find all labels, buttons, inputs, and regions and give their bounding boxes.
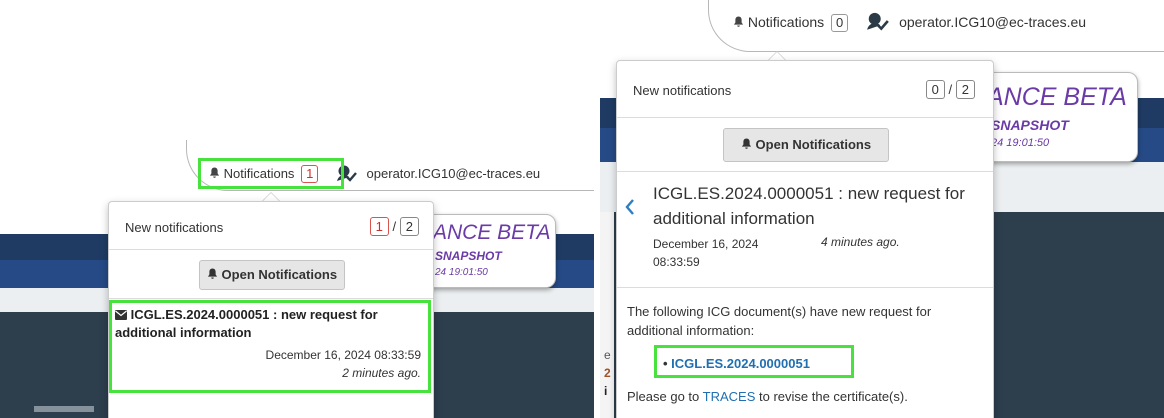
dropdown-caret bbox=[262, 192, 280, 201]
dropdown-caret bbox=[768, 51, 786, 60]
document-link-highlight bbox=[654, 345, 854, 378]
divider bbox=[109, 249, 433, 250]
environment-badge: ANCE BETA SNAPSHOT 24 19:01:50 bbox=[420, 214, 556, 288]
divider bbox=[109, 298, 433, 299]
detail-body-text: The following ICG document(s) have new r… bbox=[627, 304, 932, 338]
divider bbox=[617, 171, 993, 172]
notifications-count-badge: 0 bbox=[831, 14, 849, 32]
environment-subtitle: SNAPSHOT bbox=[991, 117, 1069, 133]
top-user-bar: Notifications 0 operator.ICG10@ec-traces… bbox=[708, 0, 1164, 52]
dropdown-header: New notifications bbox=[125, 220, 224, 235]
left-screenshot-panel: Notifications 1 operator.ICG10@ec-traces… bbox=[0, 140, 594, 418]
open-notifications-button[interactable]: Open Notifications bbox=[199, 260, 345, 290]
user-check-icon bbox=[867, 12, 889, 31]
right-screenshot-panel: e 2 i Notifications 0 operator.ICG10@ec-… bbox=[600, 0, 1164, 418]
user-email[interactable]: operator.ICG10@ec-traces.eu bbox=[367, 166, 541, 181]
notification-item-highlight bbox=[109, 300, 431, 393]
notification-counter: 1 / 2 bbox=[369, 217, 419, 236]
notifications-label: Notifications bbox=[747, 14, 825, 30]
open-notifications-button[interactable]: Open Notifications bbox=[723, 128, 889, 162]
divider bbox=[617, 117, 993, 118]
footer-suffix: to revise the certificate(s). bbox=[755, 389, 908, 404]
open-notifications-label: Open Notifications bbox=[755, 137, 872, 152]
notifications-highlight bbox=[198, 158, 344, 189]
background-text bbox=[34, 406, 94, 412]
chevron-left-icon[interactable] bbox=[625, 199, 635, 215]
footer-prefix: Please go to bbox=[627, 389, 703, 404]
strip-char: e bbox=[604, 348, 611, 362]
counter-separator: / bbox=[948, 82, 953, 97]
notifications-toggle[interactable]: Notifications 0 bbox=[733, 14, 852, 32]
environment-title: ANCE BETA bbox=[433, 221, 551, 244]
divider bbox=[617, 287, 993, 288]
environment-date: 24 19:01:50 bbox=[991, 137, 1050, 149]
detail-ago: 4 minutes ago. bbox=[821, 235, 900, 249]
environment-date: 24 19:01:50 bbox=[435, 267, 488, 278]
unread-count: 0 bbox=[925, 80, 945, 99]
traces-link[interactable]: TRACES bbox=[703, 389, 756, 404]
unread-count: 1 bbox=[369, 217, 389, 236]
strip-char: 2 bbox=[604, 366, 611, 380]
detail-date: December 16, 2024 08:33:59 bbox=[653, 237, 759, 269]
user-email[interactable]: operator.ICG10@ec-traces.eu bbox=[899, 14, 1086, 30]
bell-icon bbox=[733, 16, 744, 27]
open-notifications-label: Open Notifications bbox=[221, 267, 338, 282]
detail-title: ICGL.ES.2024.0000051 : new request for a… bbox=[653, 184, 965, 228]
strip-char: i bbox=[604, 384, 608, 398]
bell-icon bbox=[741, 138, 751, 149]
bell-icon bbox=[207, 268, 217, 279]
notification-counter: 0 / 2 bbox=[925, 80, 975, 99]
total-count: 2 bbox=[399, 217, 419, 236]
counter-separator: / bbox=[392, 219, 397, 234]
environment-subtitle: SNAPSHOT bbox=[435, 249, 502, 263]
dropdown-header: New notifications bbox=[633, 83, 732, 98]
environment-title: ANCE BETA bbox=[987, 83, 1127, 111]
footer-text: Please go to TRACES to revise the certif… bbox=[627, 389, 908, 404]
total-count: 2 bbox=[955, 80, 975, 99]
